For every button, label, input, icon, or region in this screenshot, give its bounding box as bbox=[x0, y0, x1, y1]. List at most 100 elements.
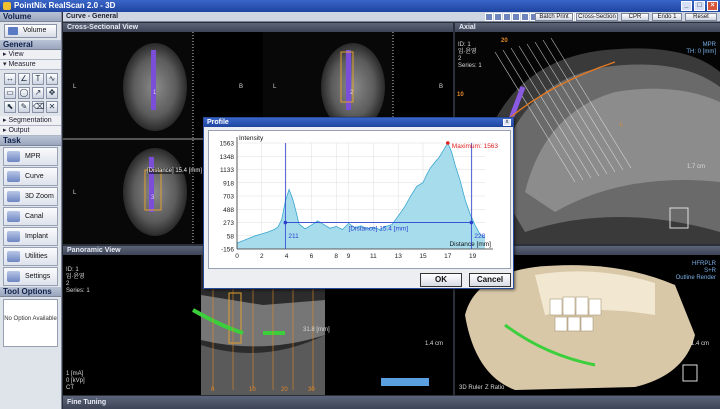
tile-2-right-letter: B bbox=[439, 84, 444, 90]
cpr-button[interactable]: CPR bbox=[621, 13, 649, 21]
z-ratio-label: Z Ratio bbox=[485, 385, 505, 391]
task-header: Task bbox=[0, 136, 61, 146]
panoramic-scale: 1.4 cm bbox=[425, 341, 444, 347]
profile-dialog-title: Profile bbox=[204, 118, 513, 127]
layout-1-icon[interactable] bbox=[485, 13, 493, 21]
eraser-icon[interactable]: ⌫ bbox=[32, 101, 44, 113]
layout-5-icon[interactable] bbox=[521, 13, 529, 21]
axial-info: ID: 1 임·윤영 2 Series: 1 bbox=[458, 42, 482, 69]
task-implant[interactable]: Implant bbox=[3, 227, 58, 246]
profile-icon[interactable]: ∿ bbox=[46, 73, 58, 85]
canal-icon bbox=[7, 211, 20, 222]
volume-icon bbox=[8, 27, 18, 35]
zoom-icon bbox=[7, 191, 20, 202]
task-utilities[interactable]: Utilities bbox=[3, 247, 58, 266]
volume-scale: 1.4 cm bbox=[691, 341, 710, 347]
curve-icon bbox=[7, 171, 20, 182]
axial-marker-10: 10 bbox=[457, 92, 464, 98]
area-icon[interactable]: ▭ bbox=[4, 87, 16, 99]
distance-label: [Distance] 15.4 [mm] bbox=[349, 226, 409, 233]
minimize-button[interactable]: _ bbox=[681, 1, 692, 11]
y-tick-label: 488 bbox=[223, 207, 234, 214]
implant-icon bbox=[7, 231, 20, 242]
axial-marker-20: 20 bbox=[501, 38, 508, 44]
toolbar: Curve - General Batch Print Cross-Sectio… bbox=[63, 12, 720, 22]
axial-scale: 1.7 cm bbox=[687, 164, 706, 170]
task-3d-zoom[interactable]: 3D Zoom bbox=[3, 187, 58, 206]
maximize-button[interactable]: □ bbox=[694, 1, 705, 11]
endo-1-button[interactable]: Endo 1 bbox=[652, 13, 682, 21]
slice-slider[interactable] bbox=[381, 378, 429, 386]
maximum-point bbox=[446, 141, 450, 145]
task-settings[interactable]: Settings bbox=[3, 267, 58, 286]
ok-button[interactable]: OK bbox=[420, 273, 462, 287]
dialog-close-icon[interactable]: x bbox=[503, 119, 511, 126]
x-tick-label: 9 bbox=[347, 253, 351, 260]
y-tick-label: 1563 bbox=[220, 141, 235, 148]
tile-1-right-letter: B bbox=[239, 84, 244, 90]
layout-2-icon[interactable] bbox=[494, 13, 502, 21]
close-button[interactable]: × bbox=[707, 1, 718, 11]
y-tick-label: 273 bbox=[223, 220, 234, 227]
x-tick-label: 8 bbox=[334, 253, 338, 260]
x-tick-label: 15 bbox=[419, 253, 427, 260]
task-curve[interactable]: Curve bbox=[3, 167, 58, 186]
select-icon[interactable]: ⬉ bbox=[4, 101, 16, 113]
segmentation-section[interactable]: ▸ Segmentation bbox=[0, 116, 61, 126]
window-controls: _ □ × bbox=[681, 1, 718, 11]
tile-3-left-letter: L bbox=[73, 190, 77, 196]
y-tick-label: 1348 bbox=[220, 154, 235, 161]
cancel-button[interactable]: Cancel bbox=[469, 273, 511, 287]
layout-3-icon[interactable] bbox=[503, 13, 511, 21]
general-header: General bbox=[0, 40, 61, 50]
left-panel: Volume Volume General ▸ View ▾ Measure ↔… bbox=[0, 12, 62, 409]
utilities-icon bbox=[7, 251, 20, 262]
reset-button[interactable]: Reset bbox=[685, 13, 717, 21]
y-tick-label: 918 bbox=[223, 180, 234, 187]
title-bar: PointNix RealScan 2.0 - 3D _ □ × bbox=[0, 0, 720, 12]
brush-icon[interactable]: ✎ bbox=[18, 101, 30, 113]
task-mpr[interactable]: MPR bbox=[3, 147, 58, 166]
x-tick-label: 4 bbox=[285, 253, 289, 260]
maximum-label: Maximum: 1563 bbox=[452, 143, 499, 150]
cursor-value-label: 228 bbox=[474, 233, 485, 240]
ruler-icon[interactable]: ↔ bbox=[4, 73, 16, 85]
batch-print-button[interactable]: Batch Print bbox=[535, 13, 573, 21]
axial-header: Axial bbox=[455, 23, 720, 32]
y-tick-label: 1133 bbox=[220, 167, 234, 174]
text-icon[interactable]: T bbox=[32, 73, 44, 85]
tile-2-number: 2 bbox=[350, 90, 354, 96]
volume-button[interactable]: Volume bbox=[4, 24, 57, 38]
mpr-icon bbox=[7, 151, 20, 162]
output-section[interactable]: ▸ Output bbox=[0, 126, 61, 136]
pan-icon[interactable]: ✥ bbox=[46, 87, 58, 99]
panoramic-bottom-info: 1 [mA] 0 [kVp] CT bbox=[66, 371, 85, 391]
y-axis-label: Intensity bbox=[239, 135, 264, 142]
x-tick-label: 0 bbox=[235, 253, 239, 260]
x-tick-label: 19 bbox=[469, 253, 477, 260]
cursor-value-label: 211 bbox=[288, 233, 299, 240]
arrow-icon[interactable]: ↗ bbox=[32, 87, 44, 99]
view-section[interactable]: ▸ View bbox=[0, 50, 61, 60]
app-icon bbox=[3, 2, 11, 10]
cross-section-button[interactable]: Cross-Section bbox=[576, 13, 618, 21]
volume-header: Volume bbox=[0, 12, 61, 22]
settings-icon bbox=[7, 271, 20, 282]
profile-plot-area: 1563 1348 1133 918 703 488 273 58 -156 0 2 4 6 8 9 11 13… bbox=[208, 130, 511, 269]
delete-icon[interactable]: ✕ bbox=[46, 101, 58, 113]
tile-3-number: 3 bbox=[151, 195, 155, 201]
ellipse-icon[interactable]: ◯ bbox=[18, 87, 30, 99]
pano-tick-30: 30 bbox=[308, 387, 315, 393]
profile-dialog: Profile x 1563 1348 1133 918 703 488 273 58 -156… bbox=[203, 117, 514, 289]
volume-top-right: HFRPLR S+R Outline Render bbox=[675, 261, 716, 281]
angle-icon[interactable]: ∠ bbox=[18, 73, 30, 85]
ruler-3d-label: 3D Ruler bbox=[459, 385, 483, 391]
pano-tick-20: 20 bbox=[281, 387, 288, 393]
measure-section[interactable]: ▾ Measure bbox=[0, 60, 61, 70]
pano-tick-0: 0 bbox=[211, 387, 215, 393]
tile-1-left-letter: L bbox=[73, 84, 77, 90]
x-tick-label: 2 bbox=[260, 253, 264, 260]
layout-4-icon[interactable] bbox=[512, 13, 520, 21]
tool-options-header: Tool Options bbox=[0, 287, 61, 297]
task-canal[interactable]: Canal bbox=[3, 207, 58, 226]
